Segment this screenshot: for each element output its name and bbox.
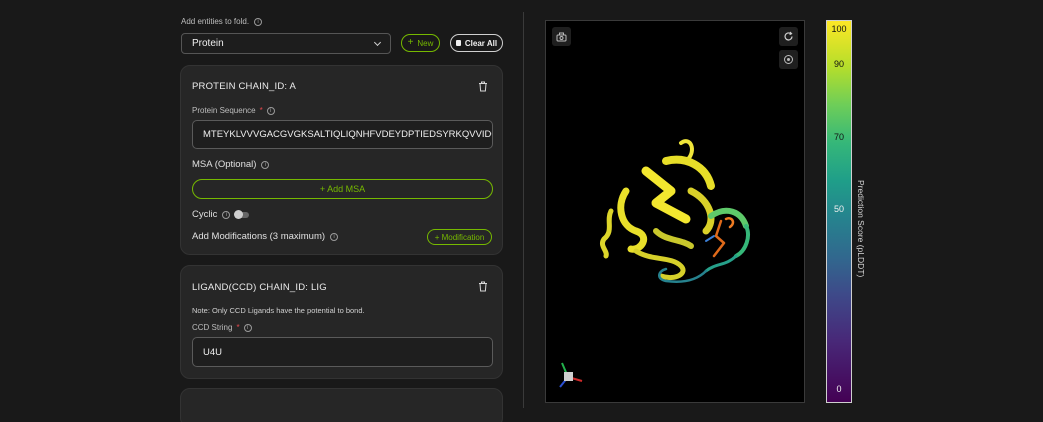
chevron-down-icon	[373, 38, 382, 46]
camera-icon	[556, 32, 567, 41]
modifications-label: Add Modifications (3 maximum)	[192, 231, 326, 242]
protein-sequence-label-row: Protein Sequence * i	[192, 106, 275, 115]
entity-type-value: Protein	[192, 38, 224, 49]
info-icon[interactable]: i	[330, 232, 339, 241]
entity-card-partial	[180, 388, 503, 422]
cyclic-row: Cyclic i	[192, 209, 250, 220]
protein-card: PROTEIN CHAIN_ID: A Protein Sequence * i…	[180, 65, 503, 255]
colorbar-label: Prediction Score (pLDDT)	[856, 180, 866, 278]
axes-gizmo	[559, 362, 583, 388]
new-button-label: New	[417, 38, 434, 48]
info-icon[interactable]: i	[243, 323, 252, 332]
modifications-row: Add Modifications (3 maximum) i	[192, 231, 339, 242]
add-modification-button[interactable]: + Modification	[427, 229, 492, 245]
entities-label: Add entities to fold.	[181, 17, 250, 26]
protein-structure-render	[599, 139, 750, 283]
colorbar-tick: 70	[833, 132, 844, 142]
structure-viewer[interactable]	[545, 20, 805, 403]
info-icon[interactable]: i	[266, 106, 275, 115]
protein-sequence-input[interactable]: MTEYKLVVVGACGVGKSALTIQLIQNHFVDEYDPTIEDSY…	[192, 120, 493, 149]
ccd-label: CCD String	[192, 323, 233, 332]
cyclic-label: Cyclic	[192, 209, 218, 220]
colorbar-tick: 100	[831, 24, 847, 34]
clear-all-button[interactable]: Clear All	[450, 34, 503, 52]
ccd-string-value: U4U	[203, 346, 223, 358]
reset-view-button[interactable]	[779, 27, 798, 46]
protein-sequence-label: Protein Sequence	[192, 106, 256, 115]
info-icon[interactable]: i	[261, 160, 270, 169]
refresh-icon	[784, 31, 793, 41]
trash-icon[interactable]	[478, 281, 488, 292]
colorbar-tick: 0	[836, 384, 842, 394]
clear-all-label: Clear All	[464, 38, 498, 48]
ligand-card-title: LIGAND(CCD) CHAIN_ID: LIG	[192, 282, 327, 293]
target-icon	[784, 55, 793, 64]
add-modification-label: + Modification	[434, 232, 485, 242]
add-msa-button[interactable]: + Add MSA	[192, 179, 493, 199]
colorbar-tick: 90	[833, 59, 844, 69]
cyclic-toggle[interactable]	[234, 209, 250, 219]
add-msa-label: + Add MSA	[319, 184, 366, 194]
msa-label-row: MSA (Optional) i	[192, 159, 270, 170]
ccd-string-input[interactable]: U4U	[192, 337, 493, 367]
info-icon[interactable]: i	[254, 17, 263, 26]
ccd-label-row: CCD String * i	[192, 323, 252, 332]
required-mark: *	[259, 106, 263, 115]
trash-icon[interactable]	[478, 81, 488, 92]
screenshot-button[interactable]	[552, 27, 571, 46]
ligand-card: LIGAND(CCD) CHAIN_ID: LIG Note: Only CCD…	[180, 265, 503, 379]
msa-label: MSA (Optional)	[192, 159, 257, 170]
panel-divider	[523, 12, 524, 408]
entity-type-select[interactable]: Protein	[181, 33, 391, 54]
entities-label-row: Add entities to fold. i	[181, 17, 263, 26]
colorbar-tick: 50	[833, 204, 844, 214]
plus-icon: +	[407, 37, 414, 48]
trash-icon	[455, 40, 461, 46]
ligand-note: Note: Only CCD Ligands have the potentia…	[192, 306, 365, 315]
new-entity-button[interactable]: + New	[401, 34, 440, 52]
required-mark: *	[236, 323, 240, 332]
info-icon[interactable]: i	[222, 210, 231, 219]
center-view-button[interactable]	[779, 50, 798, 69]
protein-sequence-value: MTEYKLVVVGACGVGKSALTIQLIQNHFVDEYDPTIEDSY…	[203, 129, 493, 140]
protein-card-title: PROTEIN CHAIN_ID: A	[192, 81, 297, 92]
